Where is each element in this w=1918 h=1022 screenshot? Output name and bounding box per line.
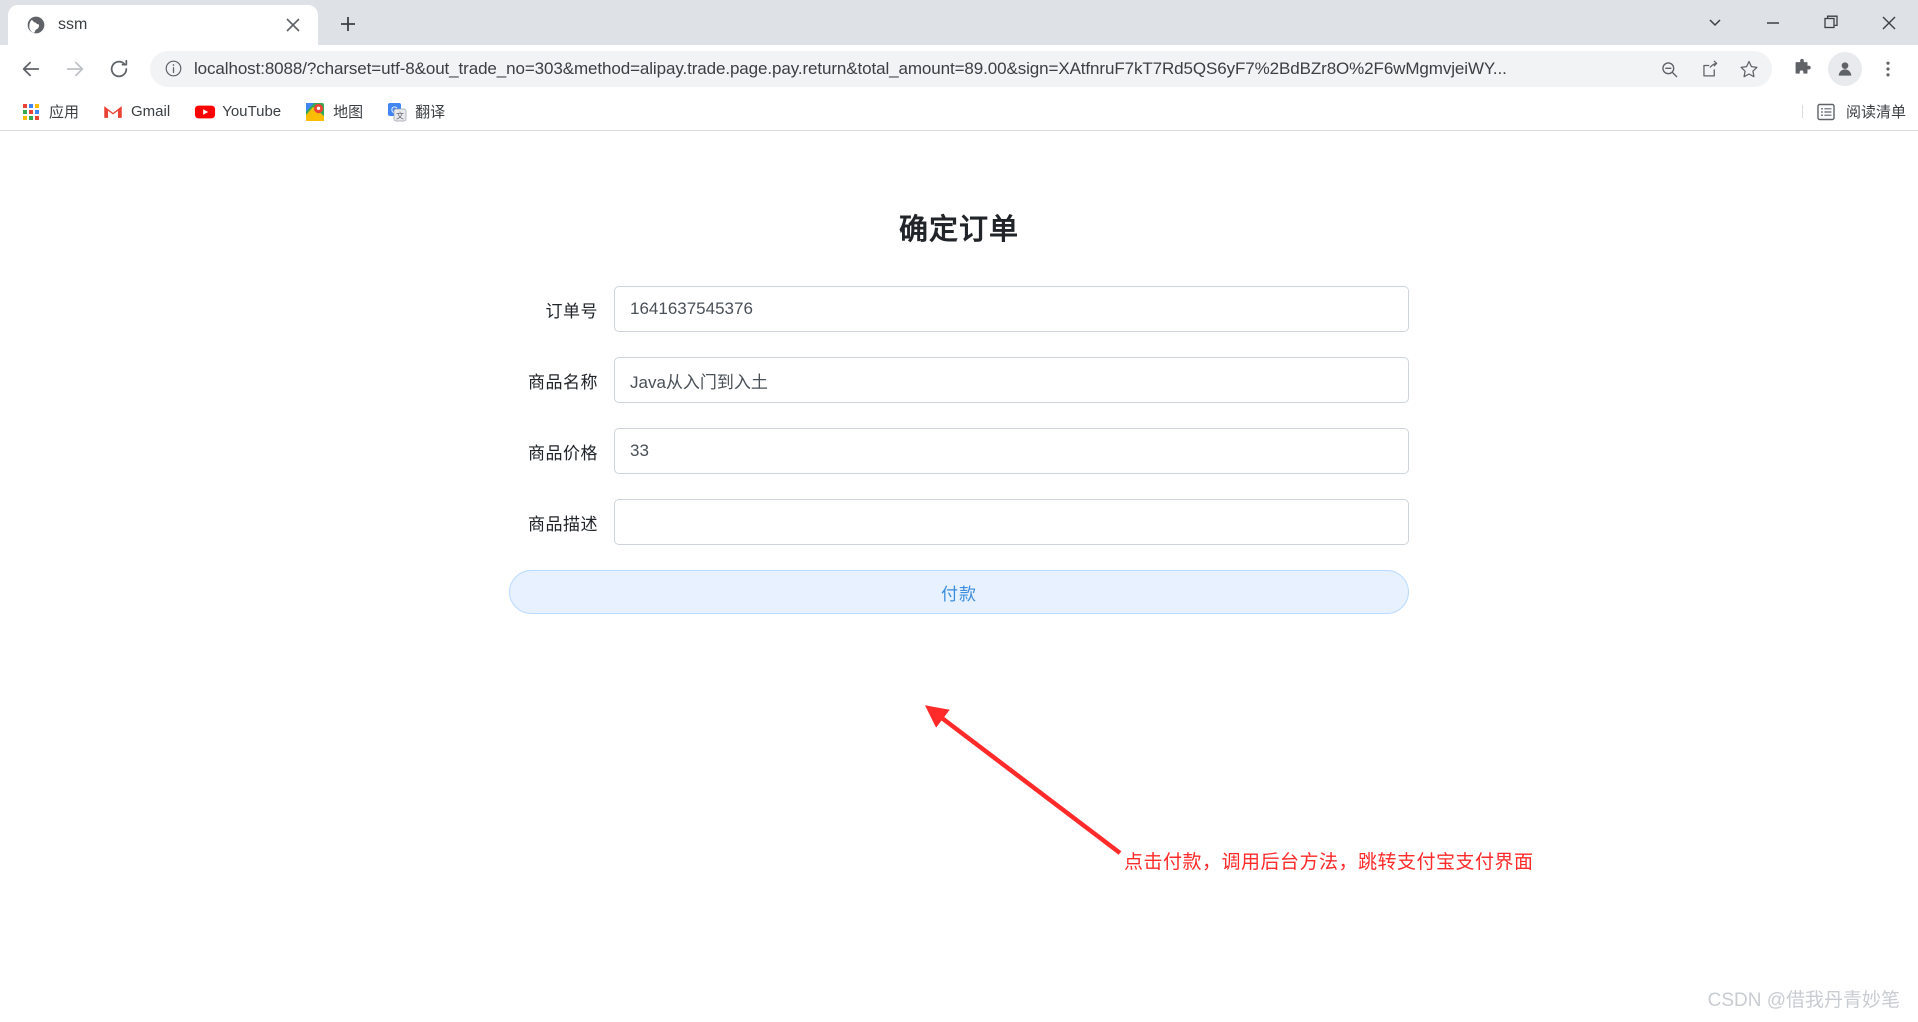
- tab-strip: ssm: [0, 0, 1918, 45]
- youtube-icon: [194, 102, 216, 122]
- star-icon[interactable]: [1734, 54, 1764, 84]
- bookmark-label: Gmail: [131, 103, 171, 120]
- bookmark-label: YouTube: [222, 103, 282, 120]
- input-product-desc[interactable]: [614, 499, 1409, 545]
- svg-text:文: 文: [396, 110, 404, 120]
- label-product-price: 商品价格: [528, 443, 598, 463]
- person-icon[interactable]: [1828, 52, 1862, 86]
- input-order-no[interactable]: [614, 286, 1409, 332]
- pay-button[interactable]: 付款: [509, 570, 1409, 614]
- reading-list-label: 阅读清单: [1845, 104, 1906, 121]
- new-tab-button[interactable]: [330, 6, 366, 42]
- minimize-button[interactable]: [1744, 0, 1802, 45]
- order-confirm-page: 确定订单 订单号 商品名称 商品价格 商品描述: [0, 131, 1918, 1022]
- info-circle-icon[interactable]: [164, 59, 184, 79]
- input-product-name[interactable]: [614, 357, 1409, 403]
- translate-icon: G 文: [387, 102, 407, 122]
- order-form: 订单号 商品名称 商品价格 商品描述: [509, 286, 1409, 545]
- bookmark-gmail[interactable]: Gmail: [94, 97, 179, 127]
- reading-list-button[interactable]: 阅读清单: [1801, 101, 1906, 122]
- browser-tab[interactable]: ssm: [8, 5, 318, 45]
- label-order-no: 订单号: [545, 301, 598, 321]
- input-product-price[interactable]: [614, 428, 1409, 474]
- reading-list-icon: [1816, 102, 1836, 122]
- label-product-desc: 商品描述: [528, 514, 598, 534]
- bookmark-apps[interactable]: 应用: [12, 96, 88, 127]
- url-text[interactable]: localhost:8088/?charset=utf-8&out_trade_…: [194, 59, 1644, 79]
- globe-icon: [26, 15, 46, 35]
- annotation-text: 点击付款，调用后台方法，跳转支付宝支付界面: [1124, 852, 1534, 873]
- form-row-product-desc: 商品描述: [509, 499, 1409, 545]
- tab-search-button[interactable]: [1686, 0, 1744, 45]
- label-product-name: 商品名称: [528, 372, 598, 392]
- page-viewport: 确定订单 订单号 商品名称 商品价格 商品描述: [0, 131, 1918, 1022]
- close-window-button[interactable]: [1860, 0, 1918, 45]
- zoom-out-icon[interactable]: [1654, 54, 1684, 84]
- close-icon[interactable]: [280, 12, 306, 38]
- puzzle-icon[interactable]: [1782, 49, 1822, 89]
- bookmark-youtube[interactable]: YouTube: [185, 97, 290, 127]
- forward-arrow-icon[interactable]: [54, 48, 96, 90]
- bookmark-label: 地图: [333, 104, 364, 121]
- bookmark-label: 翻译: [415, 104, 446, 121]
- gmail-icon: [103, 102, 123, 122]
- form-row-order-no: 订单号: [509, 286, 1409, 332]
- bookmark-maps[interactable]: 地图: [296, 96, 372, 127]
- form-row-product-price: 商品价格: [509, 428, 1409, 474]
- share-icon[interactable]: [1694, 54, 1724, 84]
- address-bar[interactable]: localhost:8088/?charset=utf-8&out_trade_…: [150, 51, 1772, 87]
- window-controls: [1686, 0, 1918, 45]
- form-row-product-name: 商品名称: [509, 357, 1409, 403]
- browser-toolbar: localhost:8088/?charset=utf-8&out_trade_…: [0, 45, 1918, 93]
- watermark: CSDN @借我丹青妙笔: [1707, 990, 1900, 1011]
- maximize-button[interactable]: [1802, 0, 1860, 45]
- bookmarks-bar: 应用 Gmail YouTube 地图 文 翻译 阅读清单: [0, 93, 1918, 131]
- bookmark-translate[interactable]: G 文 翻译: [378, 96, 454, 127]
- three-dot-menu-icon[interactable]: [1868, 49, 1908, 89]
- tab-title: ssm: [58, 16, 88, 33]
- bookmark-label: 应用: [49, 104, 80, 121]
- maps-pin-icon: [305, 102, 325, 122]
- back-arrow-icon[interactable]: [10, 48, 52, 90]
- page-title: 确定订单: [898, 214, 1019, 246]
- apps-grid-icon: [21, 102, 41, 122]
- reload-icon[interactable]: [98, 48, 140, 90]
- browser-window: ssm localhost:8088/?charset=utf-8&out_tr…: [0, 0, 1918, 1022]
